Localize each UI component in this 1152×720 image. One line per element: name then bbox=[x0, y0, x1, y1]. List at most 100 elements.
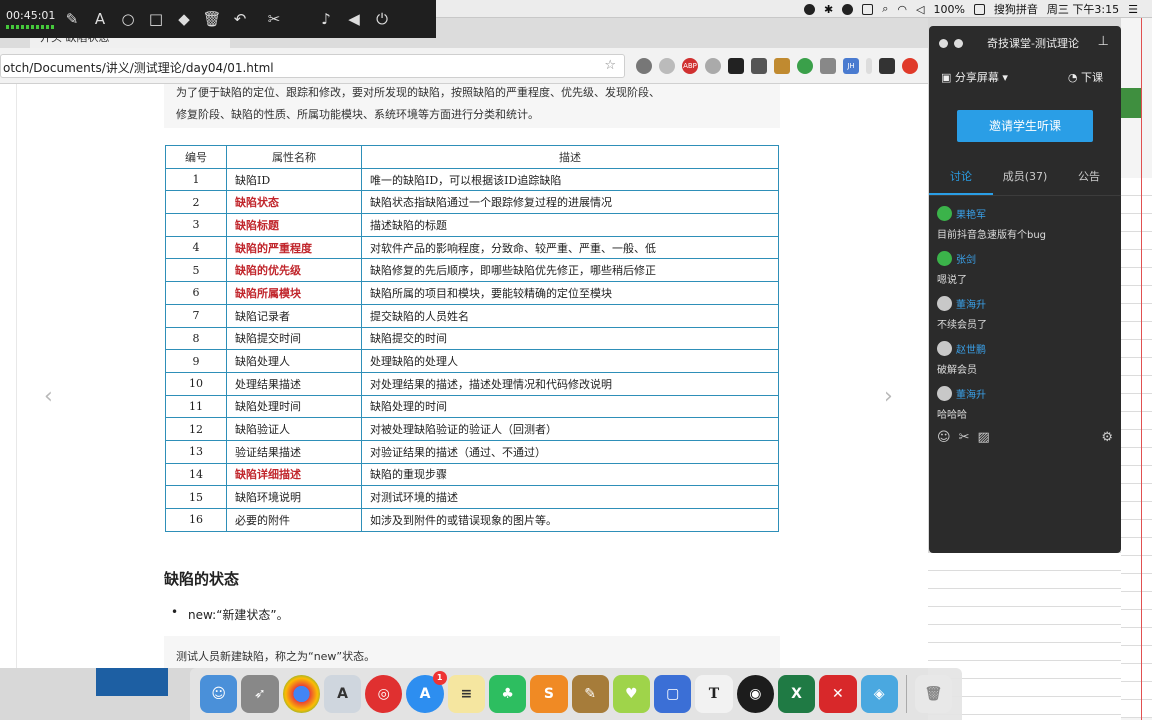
table-row: 2 缺陷状态 缺陷状态指缺陷通过一个跟踪修复过程的进展情况 bbox=[165, 190, 779, 215]
xmind-icon[interactable]: ♥ bbox=[612, 675, 651, 713]
section-title: 缺陷的状态 bbox=[164, 570, 240, 588]
bookmark-star-icon[interactable]: ☆ bbox=[604, 58, 616, 73]
battery-icon[interactable] bbox=[973, 3, 985, 15]
evernote-icon[interactable]: ♣ bbox=[488, 675, 527, 713]
power-icon[interactable]: ⏻ bbox=[368, 0, 396, 38]
extension-icon-5[interactable] bbox=[751, 58, 767, 74]
jh-extension-icon[interactable]: JH bbox=[843, 58, 859, 74]
status-icon-1[interactable] bbox=[804, 3, 815, 15]
chat-username[interactable]: 董海升 bbox=[956, 386, 986, 401]
end-class-button[interactable]: ◔ 下课 bbox=[1068, 69, 1103, 85]
app-store-icon[interactable]: A1 bbox=[406, 671, 447, 713]
row-number-cell: 9 bbox=[165, 349, 227, 373]
undo-icon[interactable]: ↶ bbox=[226, 0, 254, 38]
rectangle-tool-icon[interactable]: □ bbox=[142, 0, 170, 38]
gear-icon[interactable]: ⚙ bbox=[1101, 430, 1113, 448]
netease-music-icon[interactable]: ◎ bbox=[365, 675, 403, 713]
extension-icon-4[interactable] bbox=[728, 58, 744, 74]
chat-username[interactable]: 果艳军 bbox=[956, 206, 986, 221]
tab-announcements[interactable]: 公告 bbox=[1057, 166, 1121, 195]
scissors-icon[interactable]: ✂ bbox=[959, 430, 970, 448]
evernote-icon[interactable] bbox=[797, 58, 813, 74]
scissors-icon[interactable]: ✂ bbox=[254, 0, 294, 38]
pin-icon[interactable]: ⊥ bbox=[1098, 34, 1109, 49]
window-icon[interactable] bbox=[862, 3, 874, 15]
launchpad-icon[interactable]: ➶ bbox=[241, 675, 279, 713]
extension-icon-9[interactable] bbox=[902, 58, 918, 74]
table-row: 3 缺陷标题 描述缺陷的标题 bbox=[165, 213, 779, 237]
window-dot-icon[interactable] bbox=[939, 38, 948, 48]
wifi-icon[interactable]: ◠ bbox=[897, 3, 907, 16]
microphone-icon[interactable]: ♪ bbox=[312, 0, 340, 38]
chat-username[interactable]: 赵世鹏 bbox=[956, 341, 986, 356]
input-method[interactable]: 搜狗拼音 bbox=[994, 1, 1038, 17]
finder-icon[interactable]: ☺ bbox=[200, 675, 238, 713]
extension-icon-3[interactable] bbox=[705, 58, 721, 74]
next-slide-icon[interactable]: › bbox=[884, 384, 893, 409]
description-cell: 缺陷提交的时间 bbox=[361, 326, 779, 351]
tab-members[interactable]: 成员(37) bbox=[993, 166, 1057, 195]
eraser-icon[interactable]: ◆ bbox=[170, 0, 198, 38]
bluetooth-icon[interactable]: ✱ bbox=[824, 3, 833, 16]
classroom-app-icon[interactable]: ◈ bbox=[860, 675, 898, 713]
spotlight-icon[interactable]: ⌕ bbox=[882, 2, 888, 16]
extension-icon-8[interactable] bbox=[879, 58, 895, 74]
extension-icon-1[interactable] bbox=[636, 58, 652, 74]
notes-icon[interactable]: ≡ bbox=[447, 675, 485, 713]
extension-icon-7[interactable] bbox=[820, 58, 836, 74]
attribute-name-cell: 必要的附件 bbox=[226, 508, 362, 532]
chat-username[interactable]: 张剑 bbox=[956, 251, 976, 266]
dock-separator bbox=[905, 675, 907, 713]
extension-icon-2[interactable] bbox=[659, 58, 675, 74]
description-cell: 对验证结果的描述（通过、不通过） bbox=[361, 439, 779, 464]
trash-icon[interactable]: 🗑 bbox=[198, 0, 226, 38]
clock-app-icon[interactable] bbox=[842, 3, 854, 15]
attribute-name-cell: 缺陷处理时间 bbox=[226, 394, 362, 419]
intro-line-2: 修复阶段、缺陷的性质、所属功能模块、系统环境等方面进行分类和统计。 bbox=[176, 108, 539, 121]
script-editor-icon[interactable]: ✎ bbox=[571, 675, 609, 713]
add-sheet-icon[interactable] bbox=[1121, 88, 1141, 118]
excel-icon[interactable]: X bbox=[777, 675, 816, 713]
clock[interactable]: 周三 下午3:15 bbox=[1047, 1, 1119, 17]
image-icon[interactable]: ▨ bbox=[977, 430, 989, 448]
tab-discussion[interactable]: 讨论 bbox=[929, 166, 993, 195]
emoji-icon[interactable]: ☺ bbox=[937, 430, 951, 448]
obs-icon[interactable]: ◉ bbox=[736, 675, 774, 713]
chat-text: 嗯说了 bbox=[937, 275, 967, 286]
volume-icon[interactable]: ◁ bbox=[916, 3, 924, 16]
text-tool-icon[interactable]: A bbox=[86, 0, 114, 38]
previous-slide-icon[interactable]: ‹ bbox=[44, 384, 53, 409]
circle-tool-icon[interactable]: ○ bbox=[114, 0, 142, 38]
share-screen-button[interactable]: ▣ 分享屏幕 ▾ bbox=[941, 69, 1008, 85]
sublime-text-icon[interactable]: S bbox=[530, 675, 568, 713]
chat-author: 张剑 bbox=[937, 249, 1113, 267]
row-number-cell: 2 bbox=[165, 190, 227, 215]
description-cell: 缺陷修复的先后顺序，即哪些缺陷优先修正，哪些稍后修正 bbox=[361, 258, 779, 283]
url-field[interactable]: otch/Documents/讲义/测试理论/day04/01.html ☆ bbox=[0, 54, 625, 78]
attribute-name-cell: 验证结果描述 bbox=[226, 439, 362, 464]
chat-message: 果艳军 目前抖音急速版有个bug bbox=[937, 204, 1113, 249]
description-cell: 如涉及到附件的或错误现象的图片等。 bbox=[361, 508, 779, 532]
text-editor-icon[interactable]: T bbox=[695, 675, 733, 713]
extension-icon-6[interactable] bbox=[774, 58, 790, 74]
note-box: 测试人员新建缺陷，称之为“new”状态。 bbox=[164, 636, 780, 668]
share-screen-icon: ▣ bbox=[941, 71, 955, 84]
avatar bbox=[937, 250, 952, 266]
description-cell: 处理缺陷的处理人 bbox=[361, 349, 779, 373]
speaker-icon[interactable]: ◀ bbox=[340, 0, 368, 38]
invite-students-button[interactable]: 邀请学生听课 bbox=[957, 110, 1093, 142]
description-cell: 对测试环境的描述 bbox=[361, 485, 779, 509]
pen-icon[interactable]: ✎ bbox=[58, 0, 86, 38]
attribute-name-cell: 缺陷详细描述 bbox=[226, 462, 362, 487]
remote-desktop-icon[interactable]: ▢ bbox=[654, 675, 692, 713]
adblock-icon[interactable]: ABP bbox=[682, 58, 698, 74]
window-dot-icon[interactable] bbox=[954, 38, 963, 48]
menu-extra-icon[interactable]: ☰ bbox=[1128, 3, 1138, 16]
preview-icon[interactable]: A bbox=[323, 675, 362, 713]
slide-border bbox=[16, 84, 17, 668]
chrome-icon[interactable] bbox=[282, 675, 320, 713]
chat-username[interactable]: 董海升 bbox=[956, 296, 986, 311]
xmind-zen-icon[interactable]: ✕ bbox=[819, 675, 857, 713]
attribute-name-cell: 缺陷ID bbox=[226, 167, 362, 192]
trash-icon[interactable]: 🗑 bbox=[914, 675, 953, 713]
